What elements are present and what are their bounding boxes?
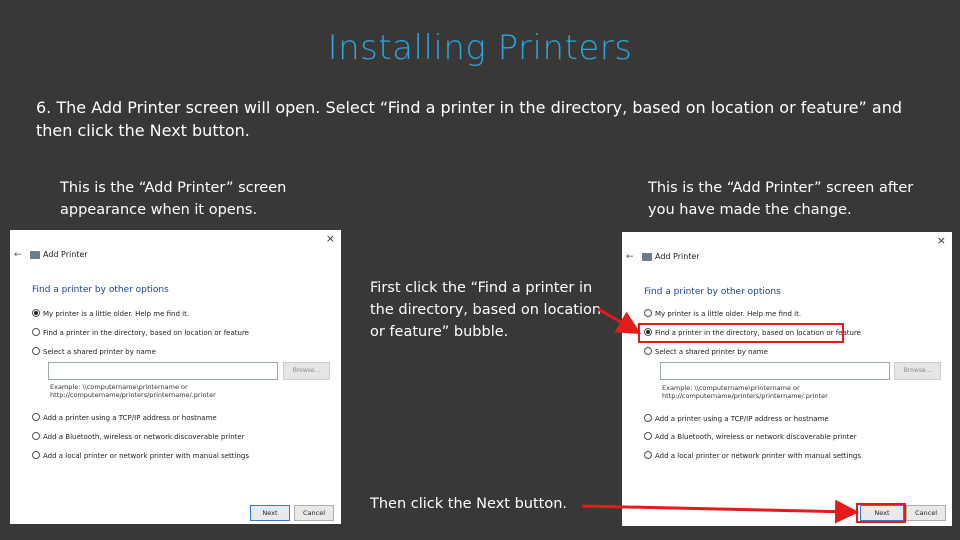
arrow-to-next-button [581,499,859,524]
arrow-to-find-option [597,307,642,335]
callout-arrows [581,307,859,524]
